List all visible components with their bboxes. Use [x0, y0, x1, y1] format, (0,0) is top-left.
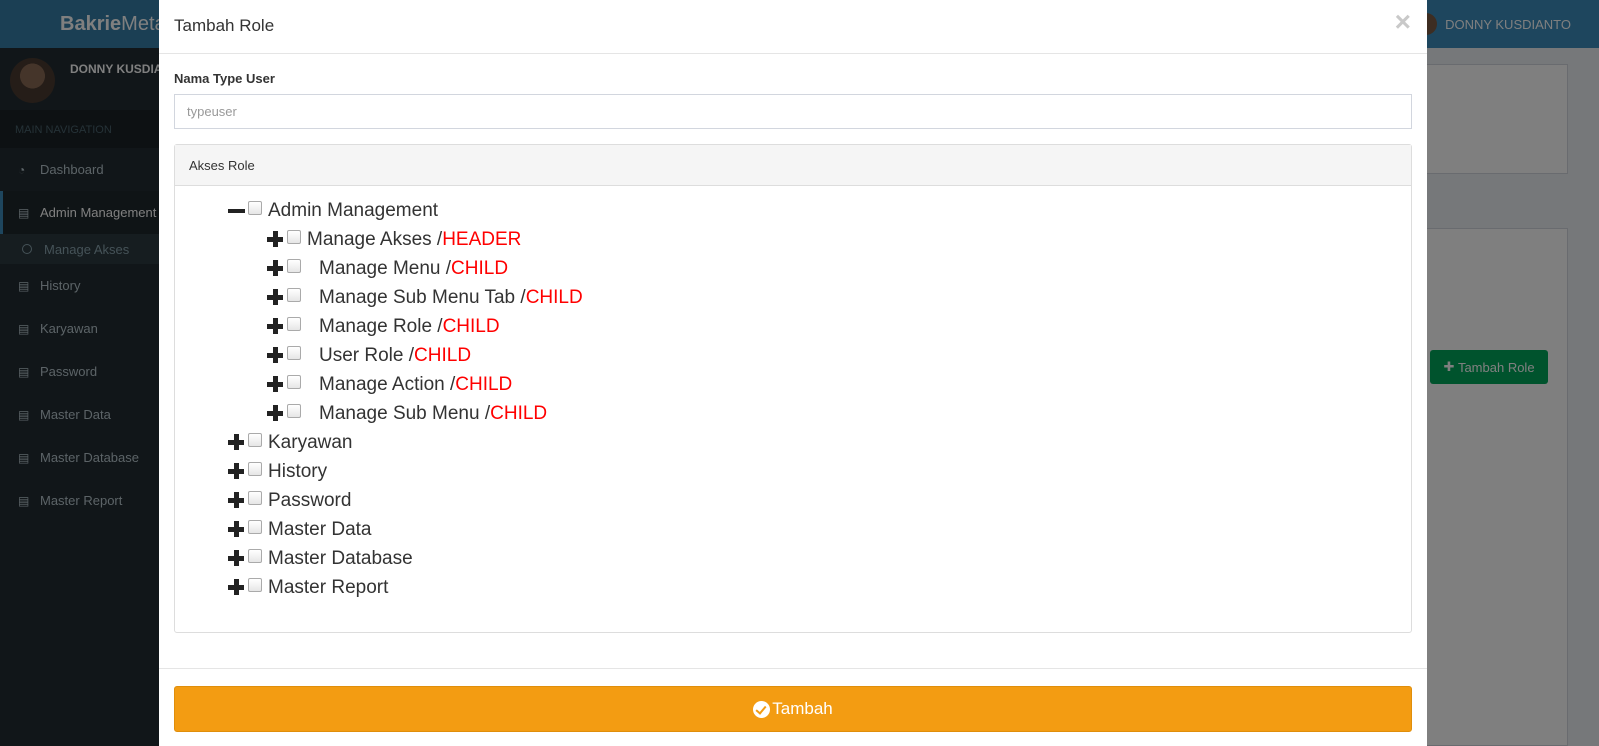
check-circle-icon [753, 700, 771, 718]
tree-node-label: User Role / [319, 345, 415, 366]
expand-icon[interactable] [228, 521, 246, 539]
tree-node-label: Admin Management [268, 200, 439, 221]
tree-node: Master Data [228, 518, 371, 542]
tree-node-checkbox[interactable] [248, 549, 262, 563]
expand-icon[interactable] [267, 347, 285, 365]
akses-role-heading: Akses Role [175, 145, 1411, 186]
tree-node-label: Master Database [268, 548, 413, 569]
expand-icon[interactable] [228, 434, 246, 452]
expand-icon[interactable] [267, 260, 285, 278]
tree-node-type-tag: CHILD [525, 287, 583, 308]
tree-node-checkbox[interactable] [287, 288, 301, 302]
tree-node-type-tag: HEADER [442, 229, 522, 250]
expand-icon[interactable] [228, 463, 246, 481]
tree-node: Master Database [228, 547, 413, 571]
tree-node-label: Password [268, 490, 352, 511]
collapse-icon[interactable] [228, 202, 246, 220]
tree-node-label: History [268, 461, 328, 482]
tree-node-label: Manage Sub Menu / [319, 403, 491, 424]
tree-node-label: Manage Action / [319, 374, 456, 395]
tree-node-checkbox[interactable] [287, 404, 301, 418]
tree-node: Master Report [228, 576, 388, 600]
tree-node-label: Manage Sub Menu Tab / [319, 287, 526, 308]
tree-node: Manage Action / CHILD [267, 373, 512, 397]
akses-role-panel: Akses Role Admin Management Manage Akses … [174, 144, 1412, 633]
tree-node: Manage Role / CHILD [267, 315, 500, 339]
expand-icon[interactable] [267, 231, 285, 249]
tree-node-checkbox[interactable] [248, 491, 262, 505]
expand-icon[interactable] [267, 289, 285, 307]
tree-node-type-tag: CHILD [451, 258, 509, 279]
tree-node-checkbox[interactable] [287, 346, 301, 360]
modal-title: Tambah Role [174, 16, 275, 35]
tree-node-label: Manage Akses / [307, 229, 443, 250]
tree-node-checkbox[interactable] [287, 375, 301, 389]
nama-type-user-label: Nama Type User [174, 71, 275, 86]
tree-node-label: Manage Menu / [319, 258, 452, 279]
tree-node-label: Master Report [268, 577, 389, 598]
tree-node-label: Manage Role / [319, 316, 443, 337]
expand-icon[interactable] [228, 492, 246, 510]
modal-header: Tambah Role × [159, 0, 1427, 54]
tambah-role-modal: Tambah Role × Nama Type User Akses Role … [159, 0, 1427, 746]
tree-node: Manage Menu / CHILD [267, 257, 508, 281]
tree-node: Karyawan [228, 431, 353, 455]
tree-node: Manage Sub Menu / CHILD [267, 402, 547, 426]
tree-node: Manage Akses / HEADER [267, 228, 521, 252]
tree-node-checkbox[interactable] [248, 201, 262, 215]
tree-node-checkbox[interactable] [248, 433, 262, 447]
tree-node-checkbox[interactable] [248, 520, 262, 534]
tree-node: Manage Sub Menu Tab / CHILD [267, 286, 583, 310]
tree-node-type-tag: CHILD [490, 403, 548, 424]
tree-node: Password [228, 489, 351, 513]
tree-node-type-tag: CHILD [442, 316, 500, 337]
close-icon[interactable]: × [1395, 6, 1411, 38]
tree-node: Admin Management [228, 199, 438, 223]
tree-node: History [228, 460, 327, 484]
tree-node-type-tag: CHILD [414, 345, 472, 366]
tree-node-label: Karyawan [268, 432, 353, 453]
tree-node-checkbox[interactable] [287, 317, 301, 331]
tambah-button[interactable]: Tambah [174, 686, 1412, 732]
tree-node-checkbox[interactable] [287, 259, 301, 273]
tree-node-checkbox[interactable] [248, 578, 262, 592]
expand-icon[interactable] [267, 376, 285, 394]
typeuser-input[interactable] [174, 94, 1412, 129]
expand-icon[interactable] [267, 318, 285, 336]
tree-node-type-tag: CHILD [455, 374, 513, 395]
expand-icon[interactable] [228, 550, 246, 568]
tree-node-checkbox[interactable] [287, 230, 301, 244]
tree-node-checkbox[interactable] [248, 462, 262, 476]
expand-icon[interactable] [228, 579, 246, 597]
expand-icon[interactable] [267, 405, 285, 423]
tree-node: User Role / CHILD [267, 344, 471, 368]
tree-node-label: Master Data [268, 519, 372, 540]
